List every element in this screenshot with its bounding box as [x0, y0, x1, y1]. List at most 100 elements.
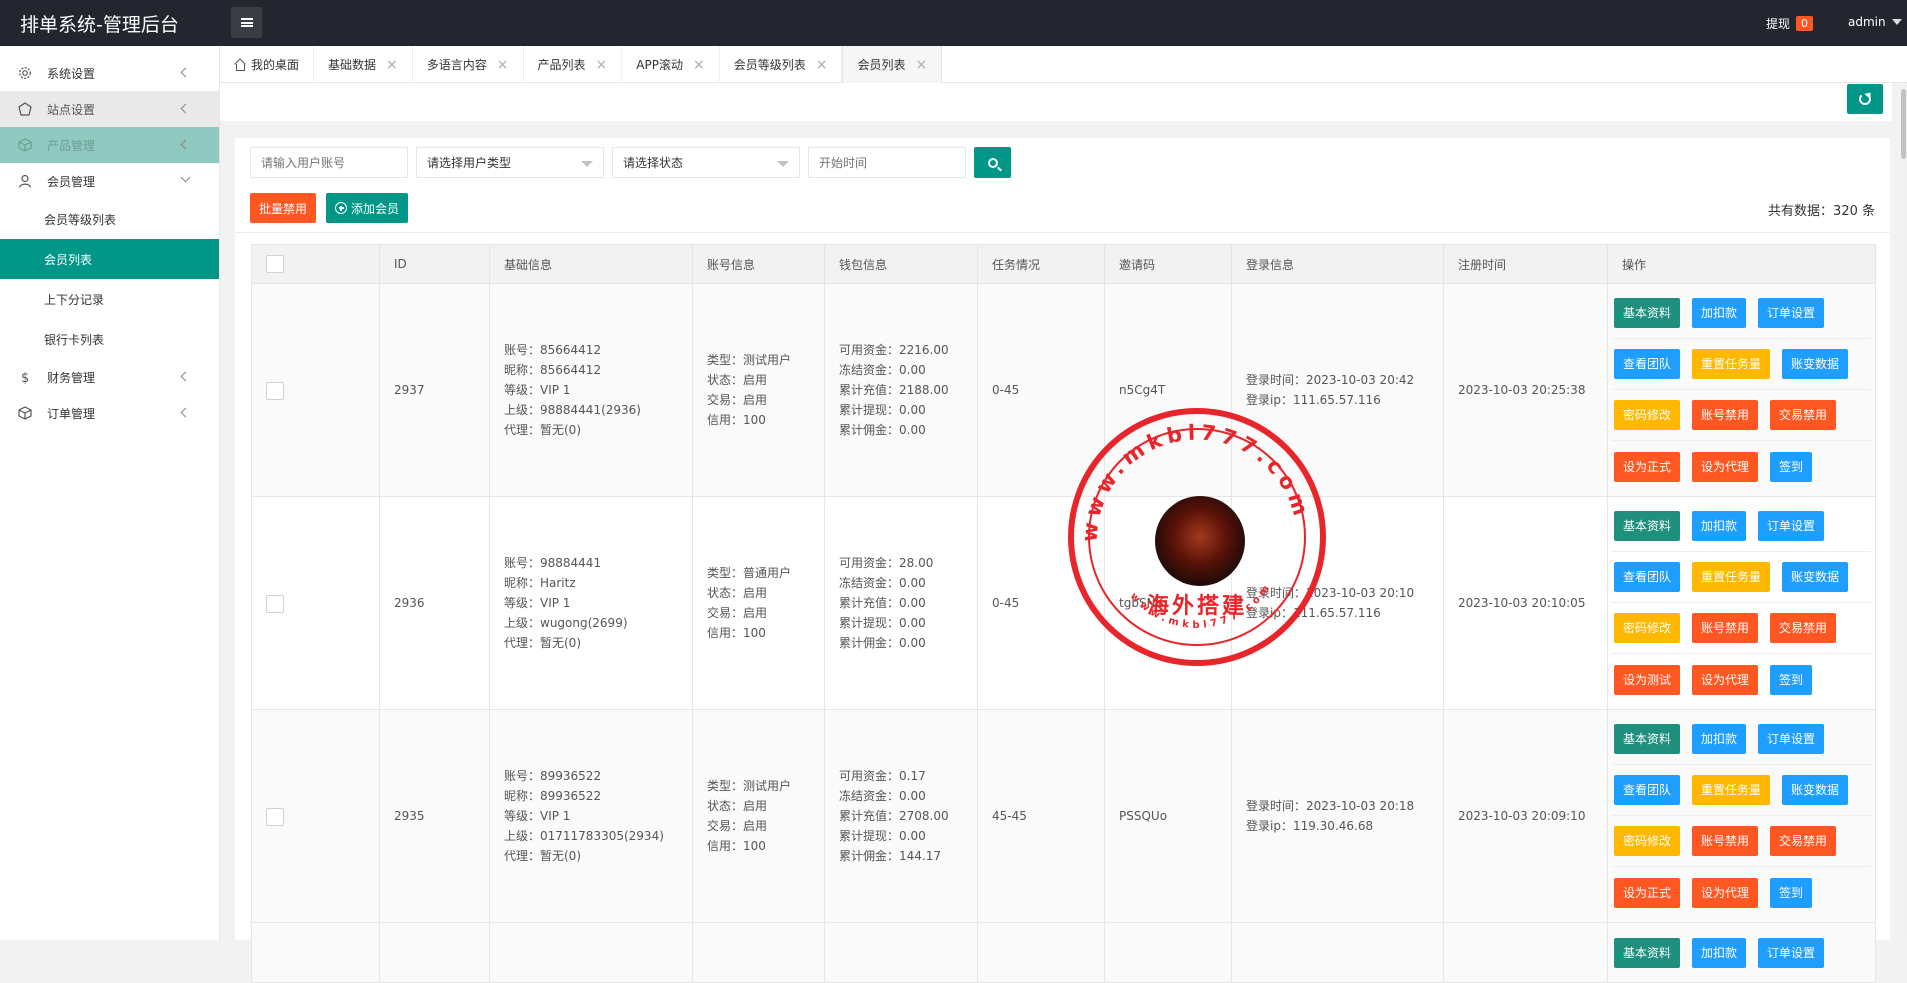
- sidebar-item-product[interactable]: 产品管理: [0, 127, 219, 163]
- row-checkbox[interactable]: [266, 807, 284, 826]
- op-button[interactable]: 加扣款: [1692, 298, 1747, 328]
- id-cell: 2936: [379, 496, 490, 710]
- register-time-cell: 2023-10-03 20:09:10: [1443, 709, 1608, 923]
- close-icon[interactable]: ×: [386, 57, 398, 73]
- op-button[interactable]: 设为代理: [1692, 664, 1759, 695]
- sidebar-item-members[interactable]: 会员管理: [0, 163, 219, 199]
- column-header: 基础信息: [489, 244, 693, 284]
- op-button[interactable]: 密码修改: [1614, 826, 1681, 856]
- op-button[interactable]: 账号禁用: [1692, 400, 1759, 430]
- op-button[interactable]: 重置任务量: [1692, 349, 1771, 379]
- op-button[interactable]: 账号禁用: [1692, 613, 1759, 643]
- cell-line: 可用资金：28.00: [839, 556, 934, 570]
- op-button[interactable]: 交易禁用: [1770, 826, 1837, 856]
- op-button[interactable]: 密码修改: [1614, 613, 1681, 643]
- op-button[interactable]: 设为正式: [1614, 451, 1681, 482]
- withdraw-link[interactable]: 提现 0: [1766, 15, 1814, 32]
- op-button[interactable]: 设为代理: [1692, 877, 1759, 908]
- op-button[interactable]: 签到: [1770, 451, 1813, 482]
- op-button[interactable]: 基本资料: [1614, 298, 1681, 328]
- op-button[interactable]: 设为测试: [1614, 664, 1681, 695]
- op-button[interactable]: 基本资料: [1614, 937, 1681, 968]
- op-button[interactable]: 查看团队: [1614, 775, 1681, 805]
- tab-member-list[interactable]: 会员列表 ×: [842, 46, 943, 83]
- op-button[interactable]: 查看团队: [1614, 562, 1681, 592]
- sidebar-item-finance[interactable]: $ 财务管理: [0, 359, 219, 395]
- op-button[interactable]: 账变数据: [1782, 775, 1849, 805]
- op-button[interactable]: 加扣款: [1692, 937, 1747, 968]
- sidebar-subitem-bank-cards[interactable]: 银行卡列表: [0, 319, 219, 359]
- op-button[interactable]: 重置任务量: [1692, 775, 1771, 805]
- id-cell: 2937: [379, 283, 490, 497]
- batch-disable-button[interactable]: 批量禁用: [250, 193, 317, 223]
- op-button[interactable]: 账号禁用: [1692, 826, 1759, 856]
- op-button[interactable]: 订单设置: [1758, 724, 1825, 754]
- tab-label: 产品列表: [537, 58, 586, 72]
- cell-line: 登录ip：111.65.57.116: [1246, 393, 1381, 407]
- op-button[interactable]: 交易禁用: [1770, 613, 1837, 643]
- op-button[interactable]: 订单设置: [1758, 511, 1825, 541]
- table-row: 2937 账号：85664412 昵称：85664412 等级：VIP 1 上级：98…: [251, 283, 1876, 497]
- scrollbar-thumb[interactable]: [1901, 89, 1906, 159]
- op-button[interactable]: 签到: [1770, 877, 1813, 908]
- select-all-checkbox[interactable]: [266, 255, 284, 273]
- tab-member-levels[interactable]: 会员等级列表 ×: [720, 46, 843, 83]
- close-icon[interactable]: ×: [596, 57, 608, 73]
- user-menu[interactable]: admin: [1848, 15, 1902, 29]
- tab-multilang[interactable]: 多语言内容 ×: [413, 46, 524, 83]
- ops-line: 密码修改 账号禁用 交易禁用: [1612, 816, 1871, 867]
- op-button[interactable]: 订单设置: [1758, 298, 1825, 328]
- close-icon[interactable]: ×: [693, 57, 705, 73]
- op-button[interactable]: 基本资料: [1614, 724, 1681, 754]
- sidebar-subitem-balance-records[interactable]: 上下分记录: [0, 279, 219, 319]
- tab-app-scroll[interactable]: APP滚动 ×: [622, 46, 720, 83]
- chevron-left-icon: [180, 103, 191, 114]
- account-info-cell: 类型：普通用户 状态：启用 交易：启用 信用：100: [692, 496, 825, 710]
- op-button[interactable]: 设为代理: [1692, 451, 1759, 482]
- op-button[interactable]: 设为正式: [1614, 877, 1681, 908]
- op-button[interactable]: 查看团队: [1614, 349, 1681, 379]
- user-type-select[interactable]: 请选择用户类型: [416, 147, 604, 178]
- cell-line: 登录ip：119.30.46.68: [1246, 819, 1374, 833]
- op-button[interactable]: 基本资料: [1614, 511, 1681, 541]
- caret-down-icon: [777, 161, 789, 167]
- row-checkbox[interactable]: [266, 381, 284, 400]
- op-button[interactable]: 订单设置: [1758, 937, 1825, 968]
- user-name: admin: [1848, 15, 1886, 29]
- op-button[interactable]: 密码修改: [1614, 400, 1681, 430]
- close-icon[interactable]: ×: [816, 57, 828, 73]
- tab-desktop[interactable]: 我的桌面: [220, 46, 315, 83]
- op-button[interactable]: 加扣款: [1692, 511, 1747, 541]
- refresh-button[interactable]: [1847, 84, 1883, 114]
- op-button[interactable]: 加扣款: [1692, 724, 1747, 754]
- wallet-info-cell: 可用资金：0.17 冻结资金：0.00 累计充值：2708.00 累计提现：0.00 累…: [824, 709, 978, 923]
- tab-basic-data[interactable]: 基础数据 ×: [314, 46, 413, 83]
- start-time-input[interactable]: [808, 147, 966, 178]
- sidebar-item-orders[interactable]: 订单管理: [0, 395, 219, 431]
- close-icon[interactable]: ×: [497, 57, 509, 73]
- search-button[interactable]: [974, 147, 1011, 178]
- cell-line: 上级：wugong(2699): [504, 616, 628, 630]
- basic-info-cell: 账号：85664412 昵称：85664412 等级：VIP 1 上级：9888444…: [489, 283, 693, 497]
- sidebar-item-site[interactable]: 站点设置: [0, 91, 219, 127]
- page-scrollbar[interactable]: [1900, 83, 1907, 940]
- top-header: 排单系统-管理后台 提现 0 admin: [0, 0, 1907, 46]
- row-checkbox[interactable]: [266, 594, 284, 613]
- op-button[interactable]: 账变数据: [1782, 562, 1849, 592]
- add-member-button[interactable]: 添加会员: [326, 193, 409, 223]
- sidebar-subitem-member-levels[interactable]: 会员等级列表: [0, 199, 219, 239]
- account-search-input[interactable]: [250, 147, 408, 178]
- op-button[interactable]: 交易禁用: [1770, 400, 1837, 430]
- sidebar-subitem-member-list[interactable]: 会员列表: [0, 239, 219, 279]
- operations-cell: 基本资料 加扣款 订单设置查看团队 重置任务量 账变数据密码修改 账号禁用 交易禁用设为正式…: [1607, 709, 1876, 923]
- close-icon[interactable]: ×: [915, 57, 927, 73]
- op-button[interactable]: 账变数据: [1782, 349, 1849, 379]
- checkbox-cell: [251, 709, 380, 923]
- tab-products[interactable]: 产品列表 ×: [524, 46, 623, 83]
- menu-toggle-button[interactable]: [231, 7, 262, 38]
- sidebar-item-system[interactable]: 系统设置: [0, 55, 219, 91]
- op-button[interactable]: 签到: [1770, 664, 1813, 695]
- cell-line: 状态：启用: [707, 799, 768, 813]
- status-select[interactable]: 请选择状态: [612, 147, 800, 178]
- op-button[interactable]: 重置任务量: [1692, 562, 1771, 592]
